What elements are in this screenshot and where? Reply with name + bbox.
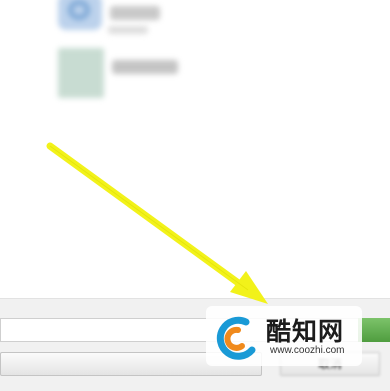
watermark-url: www.coozhi.com [270, 345, 345, 356]
watermark-title: 酷知网 [266, 317, 345, 346]
coozhi-logo-icon [216, 316, 256, 360]
